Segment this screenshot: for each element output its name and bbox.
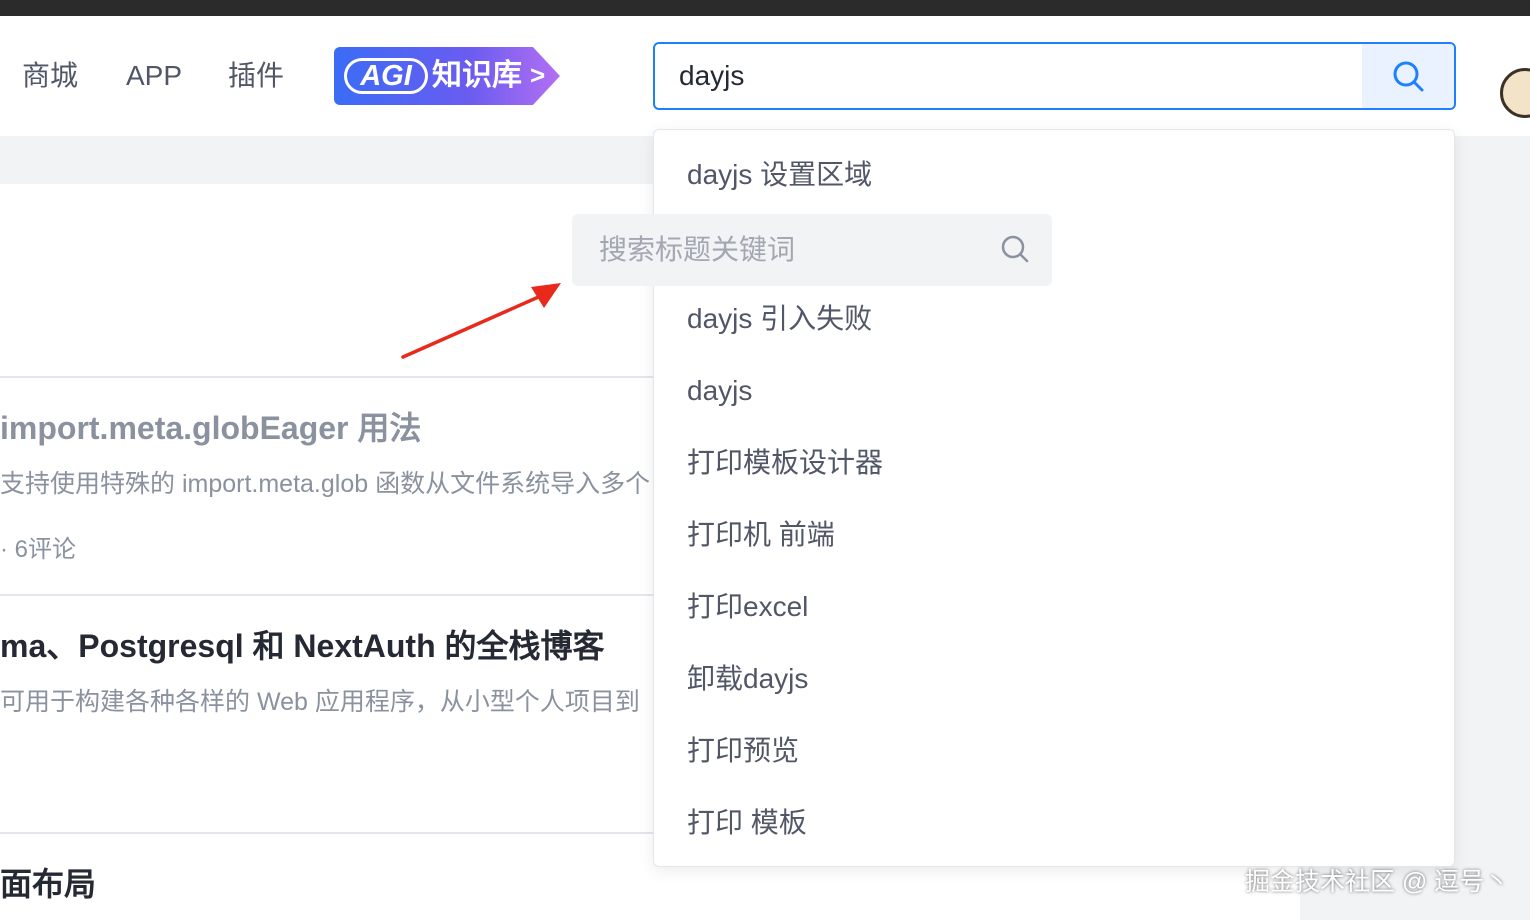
search-input[interactable] [655,44,1363,108]
suggestion-item[interactable]: 打印预览 [687,733,799,769]
search-icon [1393,61,1424,92]
user-avatar-icon[interactable] [1500,68,1530,118]
agi-knowledge-base-link[interactable]: AGI 知识库 > [334,47,560,105]
nav-item-app[interactable]: APP [126,58,182,94]
agi-badge-label: 知识库 [432,59,522,92]
suggestion-item[interactable]: dayjs 设置区域 [687,157,872,193]
search-bar [653,42,1456,110]
annotation-arrow-icon [401,283,561,359]
title-keyword-search[interactable]: 搜索标题关键词 [572,214,1052,286]
article-meta: · 6评论 [0,536,77,563]
suggestion-item[interactable]: 打印excel [687,589,808,625]
suggestion-item[interactable]: 打印机 前端 [687,517,835,553]
agi-logo: AGI [344,58,428,94]
watermark: 掘金技术社区 @ 逗号丶 [1245,868,1510,896]
title-keyword-placeholder: 搜索标题关键词 [599,234,796,265]
suggestion-item[interactable]: dayjs [687,373,752,409]
search-button[interactable] [1362,44,1454,108]
article-title[interactable]: ma、Postgresql 和 NextAuth 的全栈博客 [0,626,605,666]
suggestion-item[interactable]: 卸载dayjs [687,661,808,697]
article-title[interactable]: import.meta.globEager 用法 [0,408,421,448]
browser-top-bar [0,0,1530,16]
article-title[interactable]: 面布局 [0,864,96,904]
suggestion-item[interactable]: dayjs 引入失败 [687,301,872,337]
suggestion-item[interactable]: 打印模板设计器 [687,445,883,481]
search-icon[interactable] [1000,234,1030,264]
chevron-right-icon: > [530,60,546,90]
article-abstract[interactable]: 可用于构建各种各样的 Web 应用程序，从小型个人项目到 [0,686,640,718]
nav-item-plugins[interactable]: 插件 [228,58,284,94]
nav-item-mall[interactable]: 商城 [22,58,78,94]
article-abstract[interactable]: 支持使用特殊的 import.meta.glob 函数从文件系统导入多个 [0,468,650,500]
suggestion-item[interactable]: 打印 模板 [687,805,807,841]
